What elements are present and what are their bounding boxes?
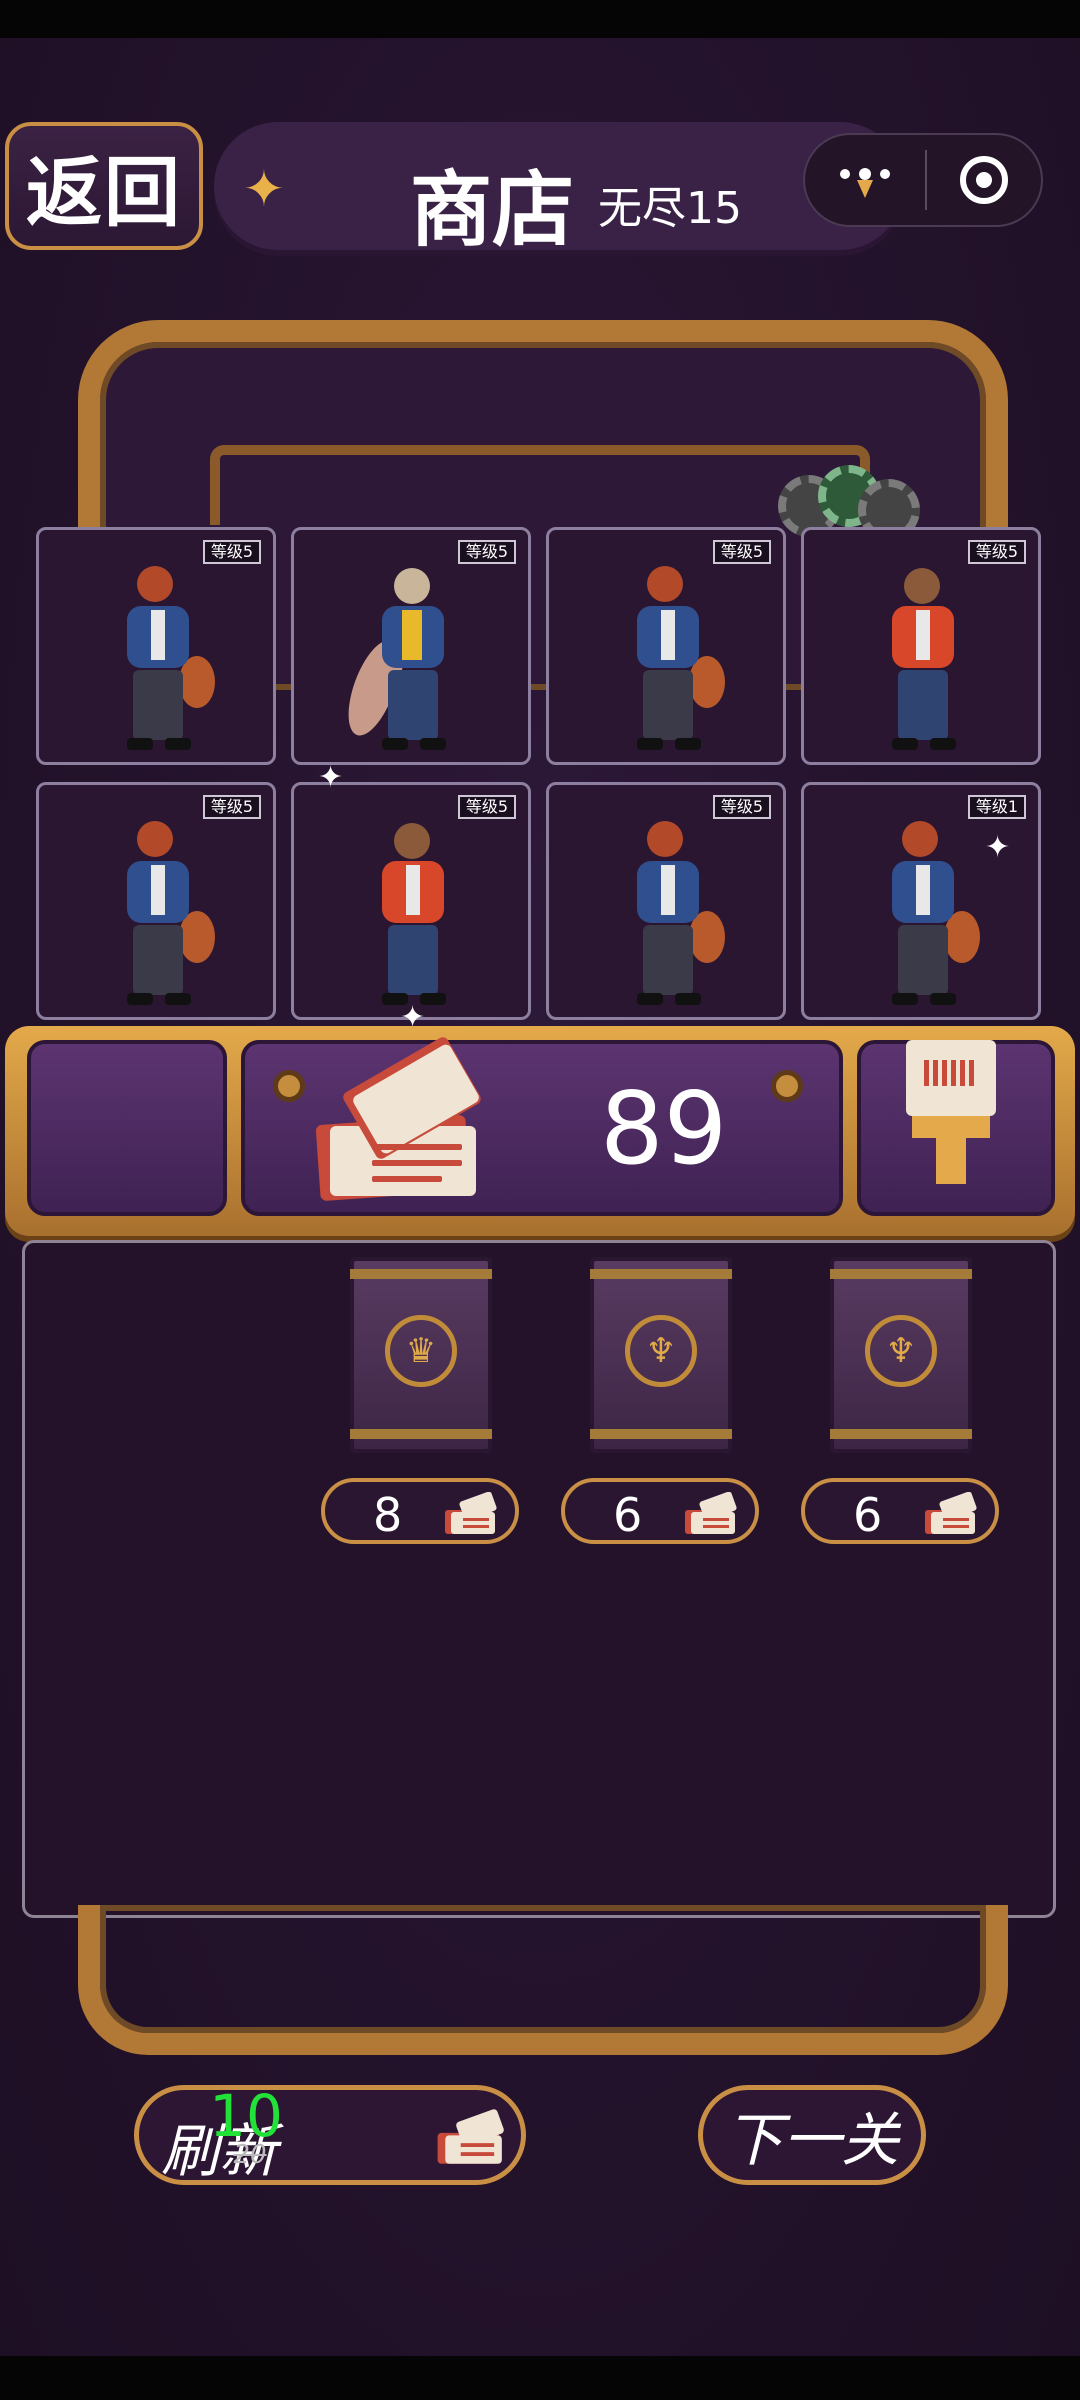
shop-item-card[interactable]: ♆ — [590, 1257, 732, 1453]
ant-character-icon — [609, 813, 729, 1017]
close-mini-program-button[interactable] — [927, 135, 1041, 225]
unit-card[interactable]: 等级5 — [36, 527, 276, 765]
price-tag[interactable]: 6 — [561, 1478, 759, 1544]
sparkle-icon: ✦ — [985, 830, 1011, 865]
sparkle-icon: ✦ — [318, 760, 344, 795]
monkey-character-icon — [354, 813, 474, 1017]
mini-program-capsule — [803, 133, 1043, 227]
shop-screen: 返回 ✦ 商店 无尽15 等级5 等级5 等级5 等级5 等级5 等级5 等级5… — [0, 0, 1080, 2400]
price-value: 6 — [613, 1488, 643, 1542]
board-frame-bottom — [78, 1905, 1008, 2055]
ornate-emblem-icon: ♛ — [385, 1315, 457, 1387]
status-bar — [0, 0, 1080, 38]
unit-card[interactable]: 等级5 — [291, 527, 531, 765]
navigation-bar — [0, 2356, 1080, 2400]
refresh-button[interactable]: 刷新 — [134, 2085, 526, 2185]
bird-character-icon — [338, 558, 474, 762]
unit-card[interactable]: 等级1 — [801, 782, 1041, 1020]
ant-character-icon — [99, 813, 219, 1017]
sell-sign-icon — [906, 1040, 996, 1190]
refresh-original-cost: 20 — [233, 2140, 267, 2170]
ticket-count: 89 — [600, 1070, 728, 1187]
ant-character-icon — [99, 558, 219, 762]
price-value: 6 — [853, 1488, 883, 1542]
target-icon — [960, 156, 1008, 204]
price-tag[interactable]: 6 — [801, 1478, 999, 1544]
board-frame-inner — [210, 445, 870, 525]
back-button[interactable]: 返回 — [5, 122, 203, 250]
ticket-icon — [925, 1492, 977, 1534]
empty-slot-panel — [27, 1040, 227, 1216]
shop-item-card[interactable]: ♛ — [350, 1257, 492, 1453]
page-title: 商店 — [410, 163, 575, 258]
more-menu-button[interactable] — [805, 135, 925, 225]
horn-emblem-icon: ♆ — [865, 1315, 937, 1387]
ticket-stack-icon — [312, 1035, 483, 1202]
ticket-icon — [437, 2109, 504, 2164]
ticket-icon — [445, 1492, 497, 1534]
ant-character-icon — [864, 813, 984, 1017]
stage-label: 无尽15 — [598, 183, 742, 234]
sparkle-icon: ✦ — [243, 160, 285, 218]
ant-character-icon — [609, 558, 729, 762]
unit-grid: 等级5 等级5 等级5 等级5 等级5 等级5 等级5 等级1 — [36, 527, 1044, 1021]
unit-card[interactable]: 等级5 — [801, 527, 1041, 765]
price-tag[interactable]: 8 — [321, 1478, 519, 1544]
unit-card[interactable]: 等级5 — [291, 782, 531, 1020]
monkey-character-icon — [864, 558, 984, 762]
next-level-button[interactable]: 下一关 — [698, 2085, 926, 2185]
horn-emblem-icon: ♆ — [625, 1315, 697, 1387]
unit-card[interactable]: 等级5 — [546, 527, 786, 765]
unit-card[interactable]: 等级5 — [546, 782, 786, 1020]
unit-card[interactable]: 等级5 — [36, 782, 276, 1020]
shop-item-card[interactable]: ♆ — [830, 1257, 972, 1453]
more-dots-icon — [840, 168, 890, 198]
ticket-icon — [685, 1492, 737, 1534]
price-value: 8 — [373, 1488, 403, 1542]
